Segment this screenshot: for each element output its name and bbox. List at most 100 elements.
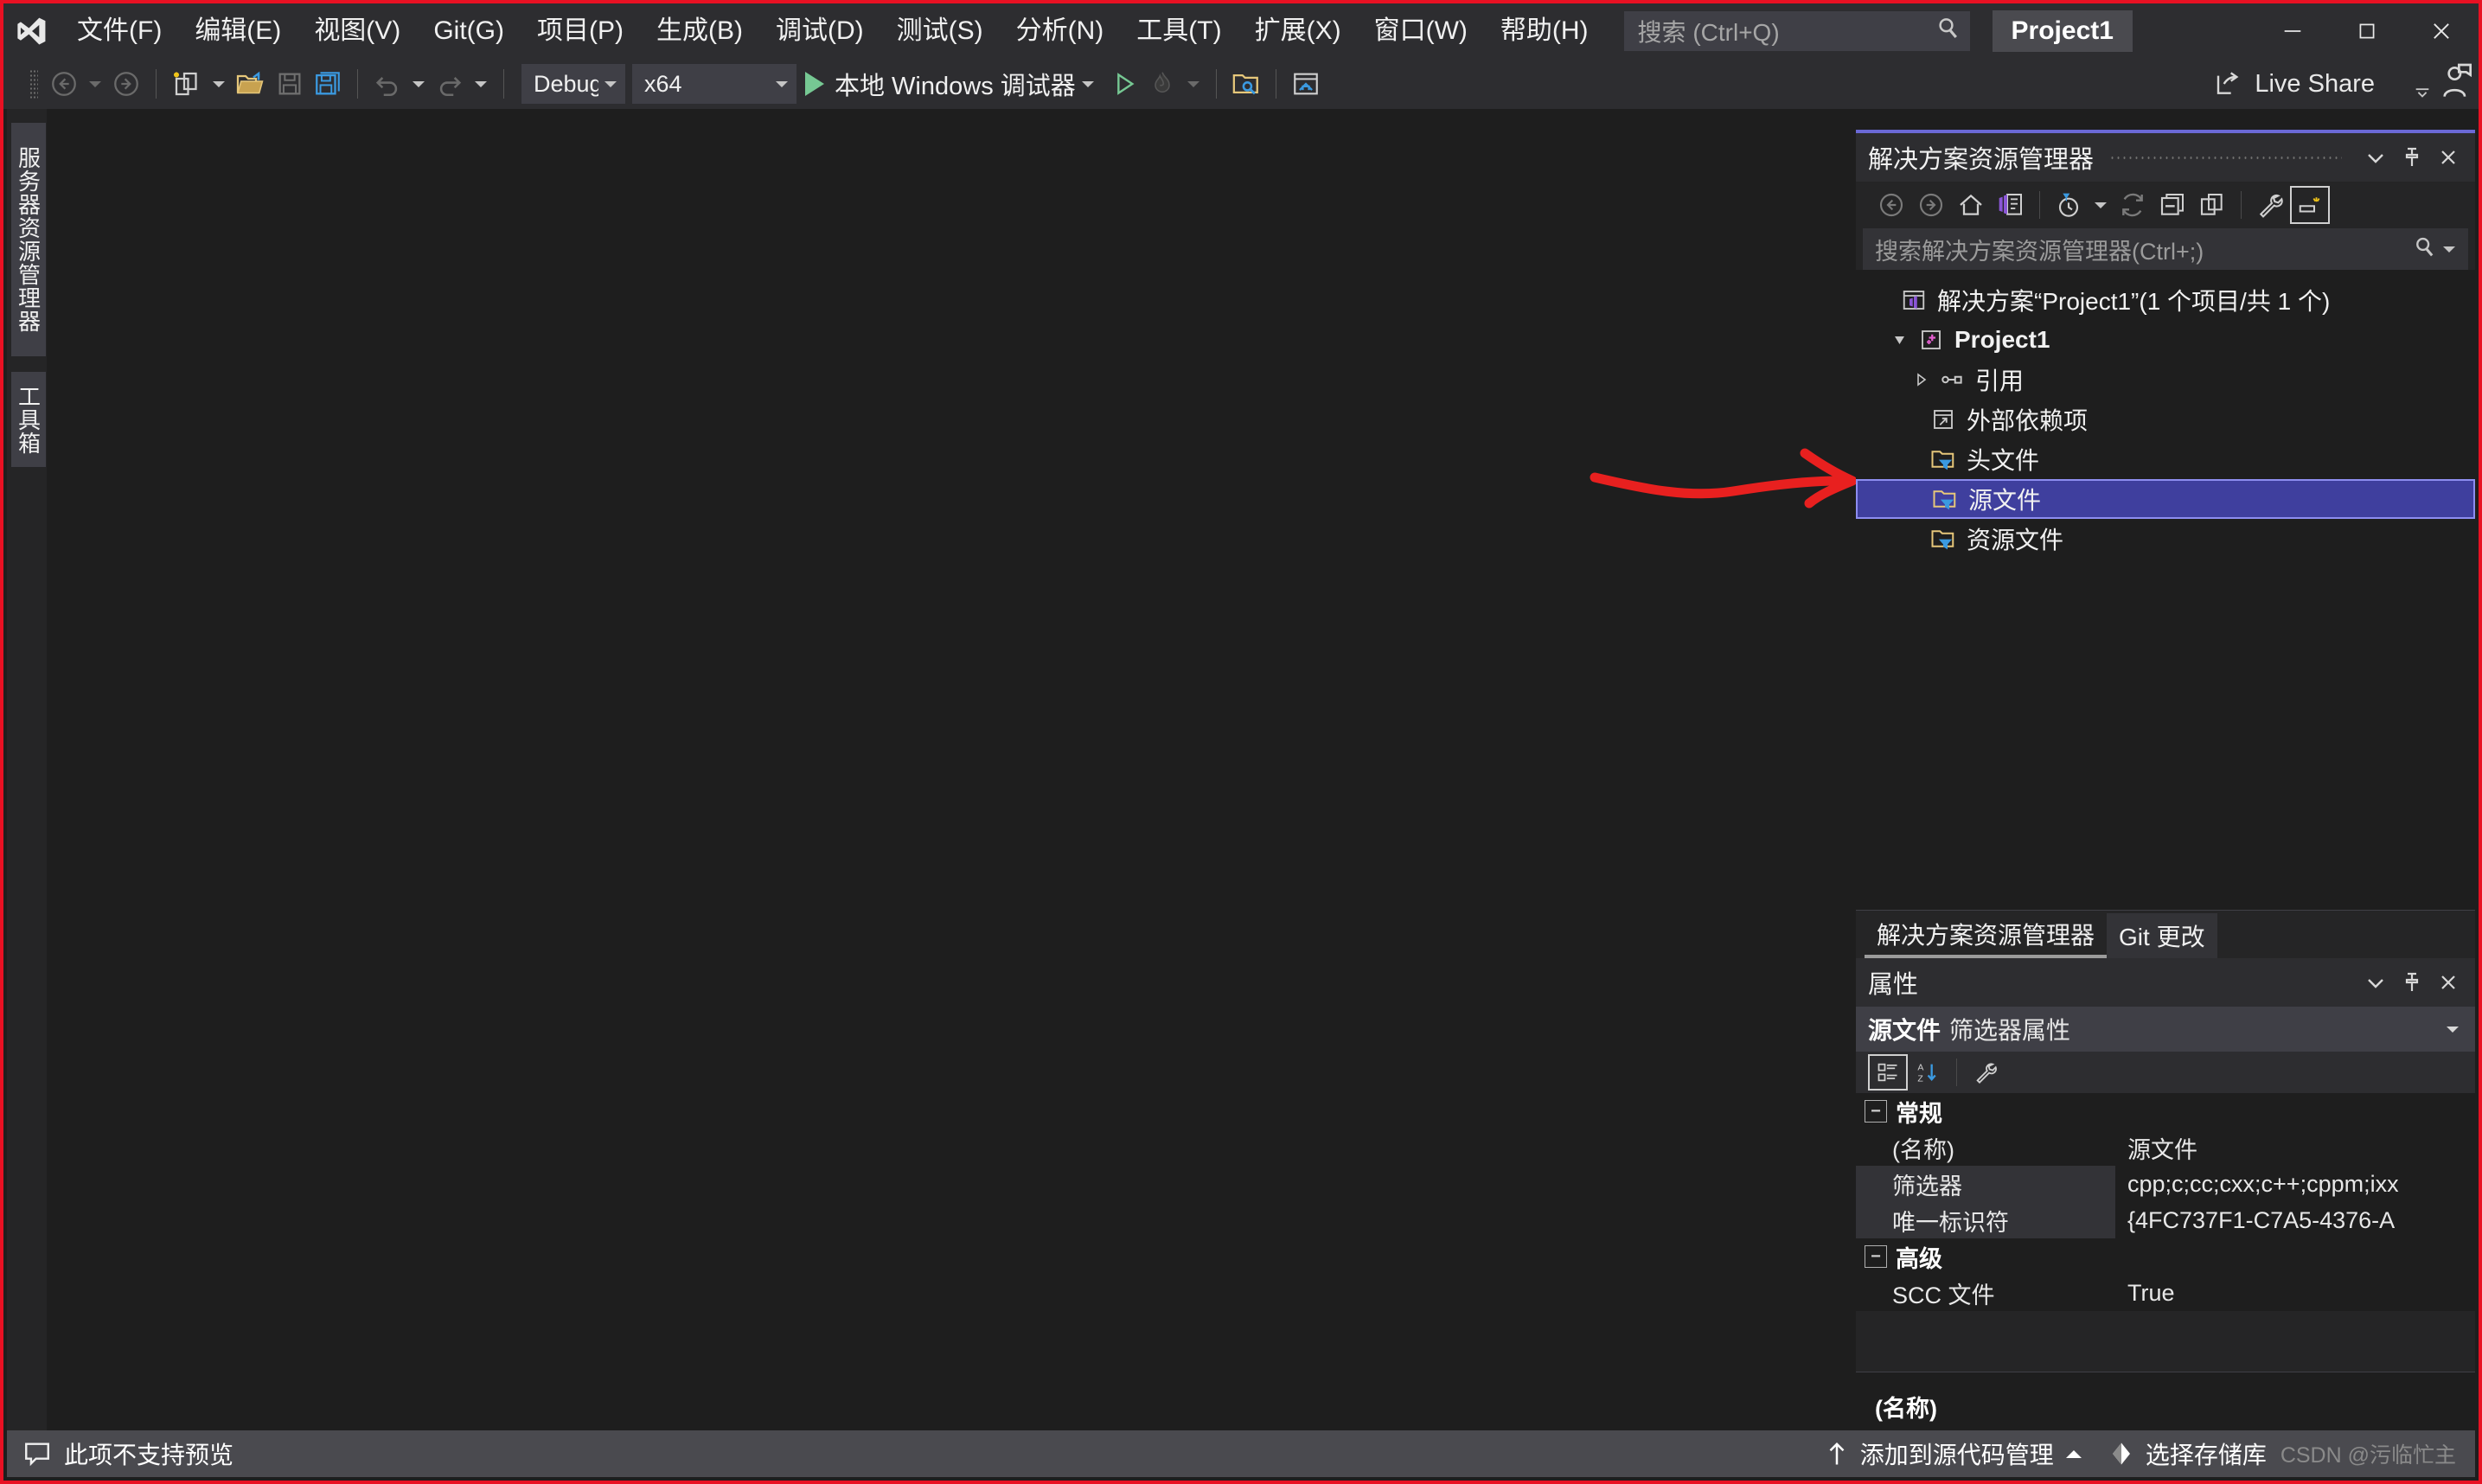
property-value-unique-identifier[interactable]: {4FC737F1-C7A5-4376-A bbox=[2115, 1202, 2475, 1238]
alphabetical-sort-icon[interactable]: AZ bbox=[1908, 1054, 1948, 1091]
properties-close-icon[interactable] bbox=[2430, 963, 2466, 1002]
select-repository-folder-icon[interactable] bbox=[1227, 65, 1265, 103]
vtab-server-explorer[interactable]: 服务器资源管理器 bbox=[11, 123, 46, 356]
hot-reload-dropdown-icon[interactable] bbox=[1187, 80, 1199, 87]
se-view-history-icon[interactable] bbox=[2049, 186, 2089, 224]
save-all-icon[interactable] bbox=[309, 65, 347, 103]
menu-edit[interactable]: 编辑(E) bbox=[178, 3, 297, 59]
minimize-button[interactable] bbox=[2255, 3, 2330, 59]
preview-icon bbox=[22, 1439, 52, 1468]
collapse-icon-2[interactable]: − bbox=[1865, 1245, 1887, 1268]
menu-window[interactable]: 窗口(W) bbox=[1358, 3, 1484, 59]
start-page-icon[interactable] bbox=[1287, 65, 1325, 103]
vtab-toolbox[interactable]: 工具箱 bbox=[11, 372, 46, 467]
menu-analyze[interactable]: 分析(N) bbox=[1000, 3, 1121, 59]
new-project-icon[interactable] bbox=[167, 65, 207, 103]
add-to-source-control-button[interactable]: 添加到源代码管理 bbox=[1812, 1430, 2095, 1477]
property-category-advanced[interactable]: − 高级 bbox=[1856, 1238, 2475, 1275]
select-repository-button[interactable]: 选择存储库 bbox=[2095, 1430, 2280, 1477]
toolbar-grip[interactable] bbox=[29, 69, 38, 99]
tree-item-external-dependencies[interactable]: 外部依赖项 bbox=[1856, 400, 2475, 439]
live-share-button[interactable]: Live Share bbox=[2215, 59, 2375, 109]
visual-studio-logo-icon bbox=[3, 3, 61, 59]
se-back-icon[interactable] bbox=[1871, 186, 1911, 224]
undo-dropdown-icon[interactable] bbox=[413, 80, 425, 87]
menu-project[interactable]: 项目(P) bbox=[521, 3, 640, 59]
tab-solution-explorer[interactable]: 解决方案资源管理器 bbox=[1865, 913, 2108, 958]
navigate-backward-icon[interactable] bbox=[45, 65, 83, 103]
collapse-icon[interactable]: − bbox=[1865, 1100, 1887, 1123]
menu-debug[interactable]: 调试(D) bbox=[759, 3, 880, 59]
quick-search-input[interactable]: 搜索 (Ctrl+Q) bbox=[1623, 11, 1970, 51]
property-value-name[interactable]: 源文件 bbox=[2115, 1129, 2475, 1166]
solution-explorer-close-icon[interactable] bbox=[2430, 138, 2466, 177]
tree-twisty-expanded-icon[interactable] bbox=[1885, 332, 1915, 348]
menu-bar: 文件(F) 编辑(E) 视图(V) Git(G) 项目(P) 生成(B) 调试(… bbox=[61, 3, 1605, 59]
tab-git-changes[interactable]: Git 更改 bbox=[2107, 913, 2217, 958]
tree-item-project1[interactable]: Project1 bbox=[1856, 320, 2475, 360]
se-properties-icon[interactable] bbox=[2250, 186, 2290, 224]
property-pages-icon[interactable] bbox=[1966, 1054, 2005, 1091]
solution-explorer-menu-button[interactable] bbox=[2357, 138, 2394, 177]
navigate-forward-icon[interactable] bbox=[107, 65, 145, 103]
status-bar: 此项不支持预览 添加到源代码管理 选择存储库 CSDN @污临忙主 bbox=[7, 1430, 2475, 1477]
play-icon bbox=[805, 72, 824, 96]
tree-item-header-files[interactable]: 头文件 bbox=[1856, 439, 2475, 479]
undo-icon[interactable] bbox=[368, 65, 406, 103]
property-category-general[interactable]: − 常规 bbox=[1856, 1093, 2475, 1129]
menu-git[interactable]: Git(G) bbox=[417, 3, 521, 59]
se-home-icon[interactable] bbox=[1951, 186, 1991, 224]
tree-twisty-collapsed-icon[interactable] bbox=[1906, 372, 1935, 387]
hot-reload-icon[interactable] bbox=[1143, 65, 1181, 103]
start-without-debugging-icon[interactable] bbox=[1105, 65, 1143, 103]
pin-icon[interactable] bbox=[2394, 138, 2430, 177]
close-button[interactable] bbox=[2404, 3, 2479, 59]
navigate-backward-dropdown-icon[interactable] bbox=[89, 80, 101, 87]
se-search-options-icon[interactable] bbox=[2443, 246, 2455, 253]
menu-help[interactable]: 帮助(H) bbox=[1484, 3, 1605, 59]
se-view-dropdown-icon[interactable] bbox=[2095, 201, 2107, 208]
redo-icon[interactable] bbox=[431, 65, 469, 103]
solution-explorer-search-input[interactable]: 搜索解决方案资源管理器(Ctrl+;) bbox=[1863, 228, 2468, 270]
categorized-view-icon[interactable] bbox=[1868, 1054, 1908, 1091]
property-row-name[interactable]: (名称) 源文件 bbox=[1856, 1129, 2475, 1166]
menu-tools[interactable]: 工具(T) bbox=[1120, 3, 1238, 59]
redo-dropdown-icon[interactable] bbox=[475, 80, 487, 87]
platform-dropdown[interactable]: x64 bbox=[632, 64, 796, 104]
property-row-scc-file[interactable]: SCC 文件 True bbox=[1856, 1275, 2475, 1311]
platform-value: x64 bbox=[644, 70, 682, 97]
properties-pin-icon[interactable] bbox=[2394, 963, 2430, 1002]
property-row-unique-identifier[interactable]: 唯一标识符 {4FC737F1-C7A5-4376-A bbox=[1856, 1202, 2475, 1238]
send-feedback-icon[interactable] bbox=[2439, 61, 2473, 108]
new-project-dropdown-icon[interactable] bbox=[213, 80, 225, 87]
menu-view[interactable]: 视图(V) bbox=[297, 3, 417, 59]
se-preview-selected-items-icon[interactable] bbox=[2290, 186, 2330, 224]
tree-item-resource-files[interactable]: 资源文件 bbox=[1856, 519, 2475, 559]
menu-test[interactable]: 测试(S) bbox=[880, 3, 1000, 59]
se-collapse-all-icon[interactable] bbox=[2153, 186, 2192, 224]
se-show-all-files-icon[interactable] bbox=[2192, 186, 2232, 224]
properties-object-dropdown-icon[interactable] bbox=[2447, 1026, 2459, 1033]
solution-name-tab[interactable]: Project1 bbox=[1992, 10, 2133, 52]
se-refresh-icon[interactable] bbox=[2113, 186, 2153, 224]
menu-build[interactable]: 生成(B) bbox=[640, 3, 759, 59]
toolbar-overflow-button[interactable] bbox=[2408, 59, 2437, 109]
property-row-filter[interactable]: 筛选器 cpp;c;cc;cxx;c++;cppm;ixx bbox=[1856, 1166, 2475, 1202]
open-file-icon[interactable] bbox=[231, 65, 271, 103]
menu-extensions[interactable]: 扩展(X) bbox=[1238, 3, 1358, 59]
tree-item-source-files[interactable]: 源文件 bbox=[1856, 479, 2475, 519]
maximize-button[interactable] bbox=[2330, 3, 2404, 59]
properties-menu-button[interactable] bbox=[2357, 963, 2394, 1002]
tree-item-references[interactable]: 引用 bbox=[1856, 360, 2475, 400]
se-forward-icon[interactable] bbox=[1911, 186, 1951, 224]
property-value-scc-file[interactable]: True bbox=[2115, 1275, 2475, 1311]
property-value-filter[interactable]: cpp;c;cc;cxx;c++;cppm;ixx bbox=[2115, 1166, 2475, 1202]
se-pending-changes-icon[interactable] bbox=[1991, 186, 2031, 224]
save-icon[interactable] bbox=[271, 65, 309, 103]
properties-object-selector[interactable]: 源文件 筛选器属性 bbox=[1856, 1007, 2475, 1052]
configuration-dropdown[interactable]: Debug bbox=[521, 64, 625, 104]
tree-item-solution[interactable]: 解决方案“Project1”(1 个项目/共 1 个) bbox=[1856, 280, 2475, 320]
start-debugging-button[interactable]: 本地 Windows 调试器 bbox=[796, 64, 1105, 104]
menu-file[interactable]: 文件(F) bbox=[61, 3, 178, 59]
start-debugging-dropdown-icon[interactable] bbox=[1081, 80, 1094, 87]
